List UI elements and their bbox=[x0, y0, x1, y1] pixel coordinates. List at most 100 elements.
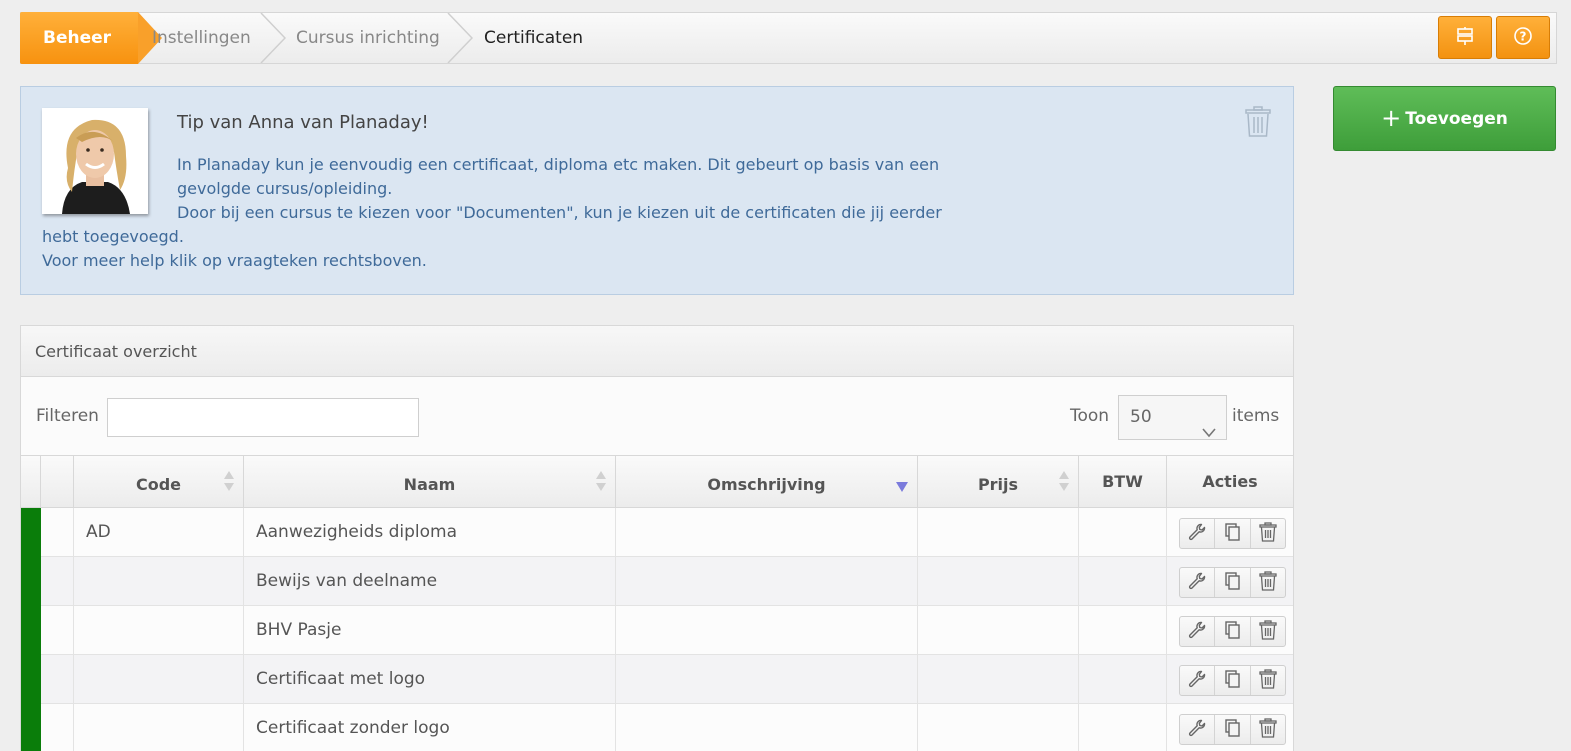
table-row[interactable]: BHV Pasje bbox=[21, 606, 1293, 655]
trash-icon bbox=[1259, 619, 1277, 644]
sort-desc-icon bbox=[895, 478, 909, 497]
select-cell bbox=[41, 655, 74, 704]
wrench-icon bbox=[1187, 571, 1207, 595]
breadcrumb-home[interactable]: Beheer bbox=[20, 12, 162, 64]
breadcrumb-item-certificaten: Certificaten bbox=[484, 28, 584, 48]
sort-icon bbox=[595, 470, 607, 496]
cell-code: AD bbox=[74, 508, 244, 557]
wrench-icon bbox=[1187, 620, 1207, 644]
copy-icon bbox=[1222, 718, 1242, 742]
tip-text: In Planaday kun je eenvoudig een certifi… bbox=[177, 155, 940, 198]
select-cell bbox=[41, 508, 74, 557]
status-indicator bbox=[21, 704, 41, 751]
tip-text: Voor meer help klik op vraagteken rechts… bbox=[42, 251, 427, 270]
table-row[interactable]: AD Aanwezigheids diploma bbox=[21, 508, 1293, 557]
add-button-label: Toevoegen bbox=[1405, 108, 1508, 129]
select-column-header bbox=[41, 456, 74, 507]
cell-prijs bbox=[918, 508, 1079, 557]
column-header-omschrijving[interactable]: Omschrijving bbox=[616, 456, 918, 507]
plus-icon: + bbox=[1381, 103, 1402, 132]
cell-code bbox=[74, 606, 244, 655]
wrench-icon bbox=[1187, 718, 1207, 742]
column-header-acties: Acties bbox=[1202, 472, 1258, 491]
cell-btw bbox=[1079, 606, 1167, 655]
select-cell bbox=[41, 606, 74, 655]
select-cell bbox=[41, 704, 74, 751]
row-actions bbox=[1179, 714, 1286, 745]
cell-code bbox=[74, 655, 244, 704]
cell-naam: Bewijs van deelname bbox=[244, 557, 616, 606]
sort-icon bbox=[223, 470, 235, 496]
cell-btw bbox=[1079, 557, 1167, 606]
delete-button[interactable] bbox=[1251, 666, 1285, 695]
cell-naam: Certificaat zonder logo bbox=[244, 704, 616, 751]
table-row[interactable]: Certificaat zonder logo bbox=[21, 704, 1293, 751]
page-size-value: 50 bbox=[1130, 407, 1152, 427]
edit-button[interactable] bbox=[1180, 617, 1216, 646]
cell-code bbox=[74, 704, 244, 751]
copy-icon bbox=[1222, 669, 1242, 693]
trash-icon bbox=[1259, 570, 1277, 595]
show-label: Toon bbox=[1070, 406, 1110, 426]
delete-button[interactable] bbox=[1251, 568, 1285, 597]
page-size-select[interactable]: 50 bbox=[1118, 395, 1227, 440]
cell-naam: Certificaat met logo bbox=[244, 655, 616, 704]
copy-button[interactable] bbox=[1215, 519, 1251, 548]
tip-title: Tip van Anna van Planaday! bbox=[177, 112, 429, 133]
status-indicator bbox=[21, 606, 41, 655]
status-column-header bbox=[21, 456, 41, 507]
cell-omschrijving bbox=[616, 606, 918, 655]
column-header-code[interactable]: Code bbox=[74, 456, 244, 507]
signpost-icon bbox=[1455, 26, 1475, 50]
cell-omschrijving bbox=[616, 704, 918, 751]
edit-button[interactable] bbox=[1180, 568, 1216, 597]
table-row[interactable]: Bewijs van deelname bbox=[21, 557, 1293, 606]
cell-prijs bbox=[918, 606, 1079, 655]
cell-code bbox=[74, 557, 244, 606]
column-header-prijs[interactable]: Prijs bbox=[918, 456, 1079, 507]
trash-icon bbox=[1259, 717, 1277, 742]
filter-input[interactable] bbox=[107, 398, 419, 437]
cell-prijs bbox=[918, 704, 1079, 751]
avatar bbox=[42, 108, 148, 214]
column-header-btw: BTW bbox=[1079, 456, 1167, 507]
edit-button[interactable] bbox=[1180, 519, 1216, 548]
breadcrumb-item-instellingen[interactable]: Instellingen bbox=[152, 13, 251, 63]
copy-button[interactable] bbox=[1215, 666, 1251, 695]
tip-box: Tip van Anna van Planaday! In Planaday k… bbox=[20, 86, 1294, 295]
delete-button[interactable] bbox=[1251, 519, 1285, 548]
add-button[interactable]: + Toevoegen bbox=[1333, 86, 1556, 151]
copy-button[interactable] bbox=[1215, 715, 1251, 744]
table-row[interactable]: Certificaat met logo bbox=[21, 655, 1293, 704]
signpost-button[interactable] bbox=[1438, 16, 1492, 59]
trash-icon bbox=[1259, 521, 1277, 546]
tip-text: Door bij een cursus te kiezen voor "Docu… bbox=[42, 203, 942, 246]
trash-icon bbox=[1259, 668, 1277, 693]
breadcrumb-separator bbox=[447, 13, 473, 63]
column-header-naam[interactable]: Naam bbox=[244, 456, 616, 507]
wrench-icon bbox=[1187, 522, 1207, 546]
copy-button[interactable] bbox=[1215, 568, 1251, 597]
breadcrumb-separator bbox=[260, 13, 286, 63]
row-actions bbox=[1179, 518, 1286, 549]
breadcrumb-item-cursus-inrichting[interactable]: Cursus inrichting bbox=[296, 13, 440, 63]
wrench-icon bbox=[1187, 669, 1207, 693]
copy-icon bbox=[1222, 571, 1242, 595]
row-actions bbox=[1179, 665, 1286, 696]
help-button[interactable]: ? bbox=[1496, 16, 1550, 59]
cell-prijs bbox=[918, 557, 1079, 606]
chevron-down-icon bbox=[1202, 412, 1216, 455]
cell-naam: BHV Pasje bbox=[244, 606, 616, 655]
delete-button[interactable] bbox=[1251, 617, 1285, 646]
edit-button[interactable] bbox=[1180, 666, 1216, 695]
filter-label: Filteren bbox=[36, 406, 99, 426]
delete-button[interactable] bbox=[1251, 715, 1285, 744]
edit-button[interactable] bbox=[1180, 715, 1216, 744]
items-label: items bbox=[1232, 406, 1280, 426]
cell-btw bbox=[1079, 655, 1167, 704]
copy-button[interactable] bbox=[1215, 617, 1251, 646]
cell-btw bbox=[1079, 704, 1167, 751]
help-icon: ? bbox=[1513, 26, 1533, 50]
trash-icon[interactable] bbox=[1245, 106, 1271, 145]
copy-icon bbox=[1222, 522, 1242, 546]
